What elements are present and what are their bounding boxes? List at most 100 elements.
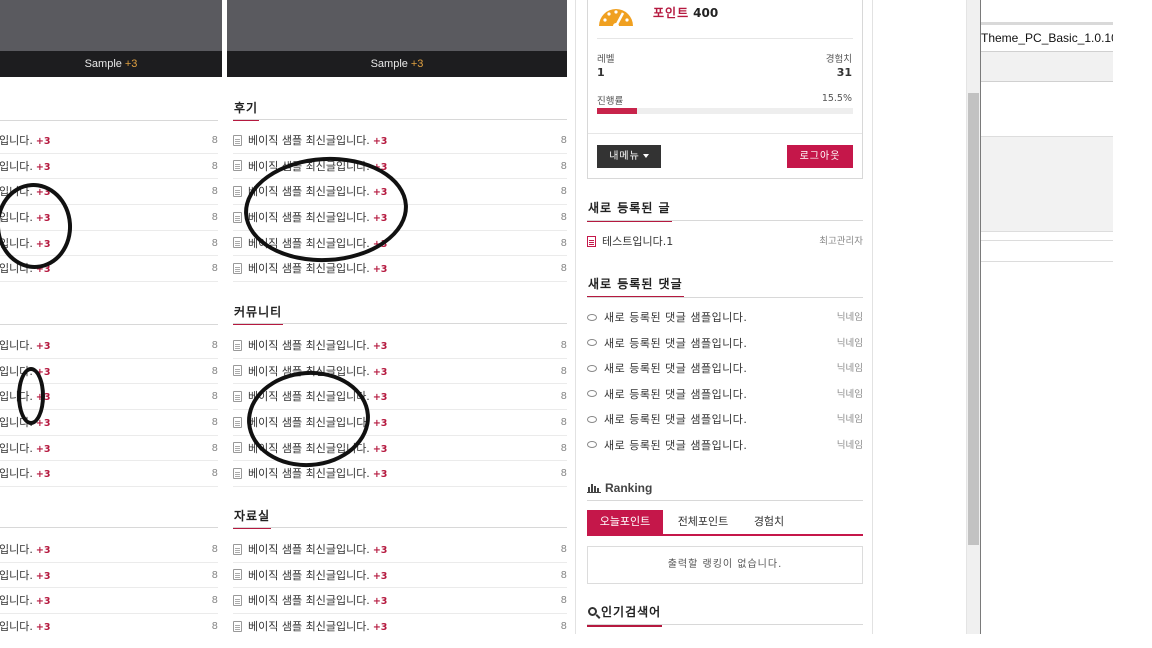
post-row[interactable]: 입니다. +3 8 [0, 588, 218, 615]
comment-count: +3 [372, 136, 388, 147]
column-divider [575, 0, 576, 634]
window-address-bar[interactable]: Theme_PC_Basic_1.0.10# [981, 25, 1113, 52]
comment-text[interactable]: 새로 등록된 댓글 샘플입니다. [604, 388, 747, 401]
view-count: 8 [211, 365, 218, 377]
gallery-thumbnail[interactable]: Sample +3 [227, 0, 567, 77]
post-title[interactable]: 베이직 샘플 최신글입니다. [248, 467, 370, 480]
post-row[interactable]: 입니다. +3 8 [0, 128, 218, 154]
document-icon [233, 569, 242, 581]
scrollbar-thumb[interactable] [968, 93, 979, 545]
comment-author[interactable]: 닉네임 [837, 433, 863, 458]
post-title[interactable]: 베이직 샘플 최신글입니다. [248, 262, 370, 275]
comment-author[interactable]: 닉네임 [837, 331, 863, 356]
comment-text[interactable]: 새로 등록된 댓글 샘플입니다. [604, 362, 747, 375]
view-count: 8 [211, 135, 218, 146]
comment-bubble-icon [587, 313, 597, 321]
comment-row[interactable]: 새로 등록된 댓글 샘플입니다. 닉네임 [587, 331, 863, 357]
window-panel-block [981, 136, 1113, 232]
post-row[interactable]: 입니다. +3 8 [0, 333, 218, 359]
document-icon [233, 442, 242, 454]
window-divider [981, 240, 1113, 241]
comment-row[interactable]: 새로 등록된 댓글 샘플입니다. 닉네임 [587, 407, 863, 433]
post-title[interactable]: 입니다. [0, 339, 33, 352]
post-author[interactable]: 최고관리자 [819, 229, 863, 254]
view-count: 8 [211, 569, 218, 581]
post-row[interactable]: 베이직 샘플 최신글입니다. +3 8 [233, 333, 567, 359]
comment-count: +3 [372, 366, 388, 378]
tab-experience[interactable]: 경험치 [743, 510, 795, 534]
view-count: 8 [560, 544, 567, 555]
post-title[interactable]: 입니다. [0, 620, 33, 633]
post-title[interactable]: 입니다. [0, 594, 33, 607]
view-count: 8 [560, 263, 567, 275]
post-title[interactable]: 입니다. [0, 134, 33, 147]
tab-today-points[interactable]: 오늘포인트 [587, 510, 663, 534]
comment-bubble-icon [587, 339, 597, 347]
level-label: 레벨 [597, 54, 615, 65]
progress-label: 진행률 [597, 96, 624, 107]
new-posts-title[interactable]: 새로 등록된 글 [587, 199, 672, 222]
post-row[interactable]: 입니다. +3 8 [0, 154, 218, 180]
member-box-divider [597, 38, 853, 39]
comment-text[interactable]: 새로 등록된 댓글 샘플입니다. [604, 439, 747, 452]
comment-text[interactable]: 새로 등록된 댓글 샘플입니다. [604, 311, 747, 324]
view-count: 8 [560, 160, 567, 172]
comment-row[interactable]: 새로 등록된 댓글 샘플입니다. 닉네임 [587, 356, 863, 382]
document-icon [233, 134, 242, 146]
section-title-community[interactable]: 커뮤니티 [233, 303, 284, 325]
post-title[interactable]: 베이직 샘플 최신글입니다. [248, 569, 370, 582]
post-row[interactable]: 입니다. +3 8 [0, 537, 218, 563]
post-row[interactable]: 입니다. +3 8 [0, 461, 218, 488]
comment-author[interactable]: 닉네임 [837, 382, 863, 407]
new-comments-title-text: 새로 등록된 댓글 [587, 275, 684, 298]
point-display[interactable]: 포인트 400 [653, 4, 718, 21]
post-title[interactable]: 베이직 샘플 최신글입니다. [248, 594, 370, 607]
section-title-text: 자료실 [233, 507, 272, 529]
post-row[interactable]: 베이직 샘플 최신글입니다. +3 8 [233, 588, 567, 615]
comment-count: +3 [124, 58, 138, 70]
comment-author[interactable]: 닉네임 [837, 356, 863, 381]
post-row[interactable]: 베이직 샘플 최신글입니다. +3 8 [233, 537, 567, 563]
comment-text[interactable]: 새로 등록된 댓글 샘플입니다. [604, 337, 747, 350]
new-comments-title[interactable]: 새로 등록된 댓글 [587, 275, 684, 298]
post-title[interactable]: 베이직 샘플 최신글입니다. [248, 134, 370, 147]
post-title[interactable]: 베이직 샘플 최신글입니다. [248, 543, 370, 556]
point-value: 400 [693, 6, 719, 20]
post-row[interactable]: 베이직 샘플 최신글입니다. +3 8 [233, 563, 567, 589]
post-title[interactable]: 입니다. [0, 467, 33, 480]
post-title[interactable]: 입니다. [0, 569, 33, 582]
new-post-row[interactable]: 테스트입니다.1 최고관리자 [587, 229, 863, 254]
comment-count: +3 [35, 443, 51, 455]
comment-count: +3 [372, 570, 388, 582]
my-menu-button[interactable]: 내메뉴 [597, 145, 661, 168]
post-title[interactable]: 입니다. [0, 442, 33, 455]
gallery-thumbnail[interactable]: Sample +3 [0, 0, 222, 77]
post-row[interactable]: 베이직 샘플 최신글입니다. +3 8 [233, 128, 567, 154]
comment-author[interactable]: 닉네임 [837, 407, 863, 432]
tab-total-points[interactable]: 전체포인트 [665, 510, 741, 534]
post-title[interactable]: 베이직 샘플 최신글입니다. [248, 339, 370, 352]
post-title[interactable]: 베이직 샘플 최신글입니다. [248, 620, 370, 633]
section-title-review[interactable]: 후기 [233, 99, 260, 121]
post-row[interactable]: 베이직 샘플 최신글입니다. +3 8 [233, 256, 567, 283]
comment-count: +3 [35, 622, 51, 634]
sidebar-edge [872, 0, 873, 634]
comment-row[interactable]: 새로 등록된 댓글 샘플입니다. 닉네임 [587, 305, 863, 331]
logout-button[interactable]: 로그아웃 [787, 145, 853, 168]
post-title[interactable]: 입니다. [0, 160, 33, 173]
post-title[interactable]: 입니다. [0, 543, 33, 556]
section-title-archive[interactable]: 자료실 [233, 507, 272, 529]
new-post-title[interactable]: 테스트입니다.1 [602, 235, 673, 248]
document-icon [233, 390, 242, 402]
ranking-title: Ranking [587, 481, 652, 495]
post-row[interactable]: 입니다. +3 8 [0, 563, 218, 589]
comment-row[interactable]: 새로 등록된 댓글 샘플입니다. 닉네임 [587, 433, 863, 459]
post-row[interactable]: 입니다. +3 8 [0, 436, 218, 462]
section-title-text: 커뮤니티 [233, 303, 284, 325]
post-row[interactable]: 베이직 샘플 최신글입니다. +3 8 [233, 461, 567, 488]
comment-author[interactable]: 닉네임 [837, 305, 863, 330]
comment-row[interactable]: 새로 등록된 댓글 샘플입니다. 닉네임 [587, 382, 863, 408]
section-divider [233, 119, 567, 120]
comment-text[interactable]: 새로 등록된 댓글 샘플입니다. [604, 413, 747, 426]
exp-label: 경험치 [825, 54, 852, 65]
